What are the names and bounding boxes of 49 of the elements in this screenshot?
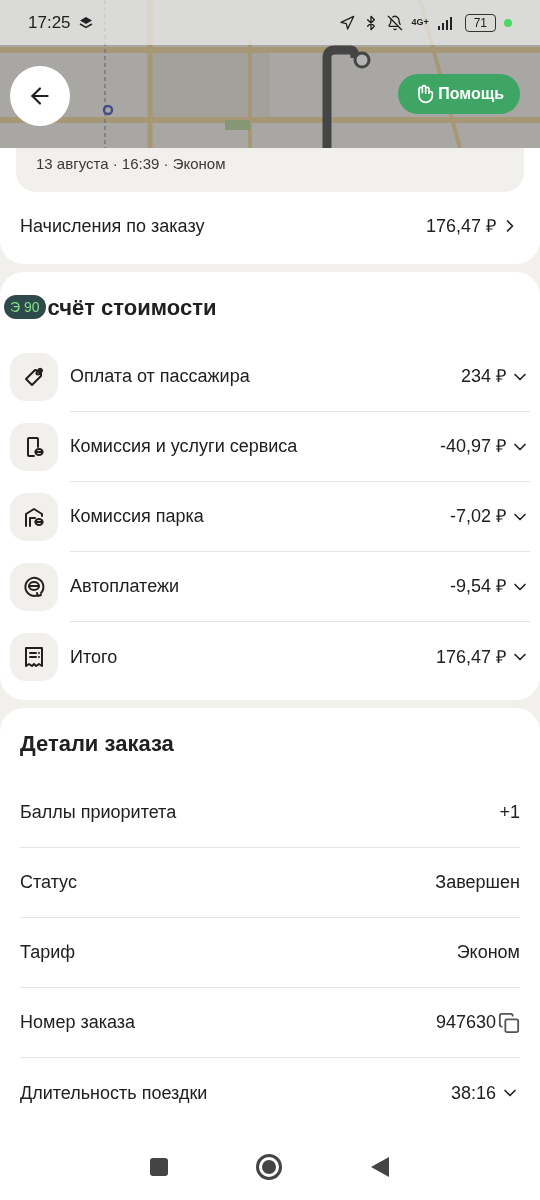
detail-label: Длительность поездки (20, 1081, 209, 1105)
cost-label: Комиссия и услуги сервиса (70, 435, 299, 458)
detail-label: Номер заказа (20, 1011, 136, 1034)
cost-label: Комиссия парка (70, 505, 205, 528)
cost-label: Автоплатежи (70, 575, 181, 598)
tag-icon (10, 353, 58, 401)
detail-value: +1 (499, 801, 520, 824)
home-icon[interactable] (256, 1154, 282, 1180)
muted-icon (387, 14, 404, 31)
cost-value: -7,02 ₽ (449, 505, 506, 528)
accruals-row[interactable]: Начисления по заказу 176,47 ₽ (16, 192, 524, 260)
battery-indicator: 71 (464, 13, 496, 32)
detail-label: Статус (20, 871, 78, 894)
status-time: 17:25 (28, 11, 71, 34)
cost-row[interactable]: Итого 176,47 ₽ (10, 622, 530, 692)
overlay-badge: Э 90 (4, 295, 46, 319)
section-title: счёт стоимости (47, 293, 217, 322)
cost-row[interactable]: Автоплатежи -9,54 ₽ (10, 552, 530, 622)
detail-label: Тариф (20, 941, 77, 964)
cost-label: Оплата от пассажира (70, 365, 251, 388)
detail-value: Эконом (456, 941, 520, 964)
recents-icon[interactable] (150, 1158, 168, 1176)
accruals-label: Начисления по заказу (20, 214, 206, 238)
detail-value: 38:16 (450, 1081, 496, 1105)
location-icon (339, 14, 356, 31)
detail-value: 947630 (435, 1011, 496, 1034)
cost-value: 234 ₽ (460, 365, 506, 388)
back-triangle-icon[interactable] (370, 1156, 390, 1178)
coin-cycle-icon (10, 563, 58, 611)
detail-row[interactable]: Длительность поездки 38:16 (20, 1058, 520, 1128)
cost-value: -9,54 ₽ (449, 575, 506, 598)
cost-value: 176,47 ₽ (435, 645, 506, 669)
detail-value: Завершен (435, 871, 520, 894)
phone-coin-icon (10, 423, 58, 471)
cost-row[interactable]: Комиссия парка -7,02 ₽ (10, 482, 530, 552)
cost-row[interactable]: Оплата от пассажира 234 ₽ (10, 342, 530, 412)
section-title: Детали заказа (20, 729, 174, 758)
receipt-icon (10, 633, 58, 681)
cost-value: -40,97 ₽ (439, 435, 506, 458)
accruals-value: 176,47 ₽ (425, 214, 496, 238)
cost-row[interactable]: Комиссия и услуги сервиса -40,97 ₽ (10, 412, 530, 482)
garage-coin-icon (10, 493, 58, 541)
detail-row[interactable]: Номер заказа 947630 (20, 988, 520, 1058)
layers-icon (78, 15, 93, 30)
detail-label: Баллы приоритета (20, 801, 178, 824)
network-label: 4G+ (411, 18, 429, 27)
cost-label: Итого (70, 645, 119, 669)
order-meta: 13 августа · 16:39 · Эконом (36, 155, 226, 172)
copy-icon[interactable] (498, 1011, 520, 1034)
